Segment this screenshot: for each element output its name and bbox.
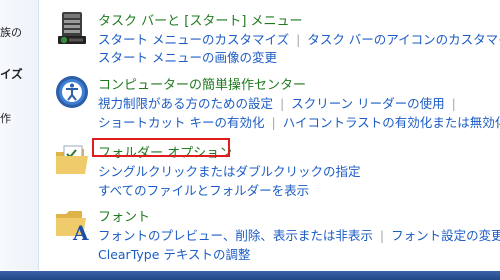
left-pane-item[interactable]: 族の <box>0 24 22 40</box>
change-start-menu-picture-link[interactable]: スタート メニューの画像の変更 <box>98 50 277 65</box>
customize-start-menu-link[interactable]: スタート メニューのカスタマイズ <box>98 32 289 47</box>
taskbar-start-menu-icon <box>58 12 86 44</box>
single-double-click-link[interactable]: シングルクリックまたはダブルクリックの指定 <box>98 164 361 179</box>
svg-text:A: A <box>72 221 89 242</box>
task-links-row: シングルクリックまたはダブルクリックの指定 <box>98 161 361 180</box>
left-pane-item-selected[interactable]: イズ <box>0 66 23 82</box>
folder-options-icon <box>56 145 88 174</box>
left-navigation-pane: 族の イズ 作 <box>0 0 39 270</box>
ease-of-access-icon <box>56 76 88 108</box>
task-links-row: ショートカット キーの有効化 | ハイコントラストの有効化または無効化 <box>98 112 500 131</box>
change-font-settings-link[interactable]: フォント設定の変更 <box>391 228 500 243</box>
show-hidden-files-link[interactable]: すべてのファイルとフォルダーを表示 <box>98 183 309 198</box>
low-vision-settings-link[interactable]: 視力制限がある方のための設定 <box>98 96 273 111</box>
task-links-row: スタート メニューの画像の変更 <box>98 47 277 66</box>
fonts-folder-icon: A <box>56 211 89 242</box>
adjust-cleartype-link[interactable]: ClearType テキストの調整 <box>98 247 251 262</box>
use-screen-reader-link[interactable]: スクリーン リーダーの使用 <box>291 96 444 111</box>
left-pane-item[interactable]: 作 <box>0 110 11 126</box>
folder-options-highlight-box <box>92 138 230 157</box>
section-title-taskbar-start-menu[interactable]: タスク バーと [スタート] メニュー <box>98 10 303 29</box>
section-title-ease-of-access[interactable]: コンピューターの簡単操作センター <box>98 74 306 93</box>
section-title-fonts[interactable]: フォント <box>98 206 150 225</box>
customize-taskbar-icons-link[interactable]: タスク バーのアイコンのカスタマイズ <box>307 32 500 47</box>
task-links-row: スタート メニューのカスタマイズ|タスク バーのアイコンのカスタマイズ <box>98 29 500 48</box>
task-links-row: ClearType テキストの調整 <box>98 244 251 263</box>
task-links-row: 視力制限がある方のための設定 | スクリーン リーダーの使用 | <box>98 96 456 111</box>
task-links-row: フォントのプレビュー、削除、表示または非表示 | フォント設定の変更 <box>98 225 500 244</box>
taskbar <box>0 271 500 280</box>
preview-delete-fonts-link[interactable]: フォントのプレビュー、削除、表示または非表示 <box>98 228 373 243</box>
task-links-row: すべてのファイルとフォルダーを表示 <box>98 180 309 199</box>
turn-on-shortcut-keys-link[interactable]: ショートカット キーの有効化 <box>98 115 264 130</box>
toggle-high-contrast-link[interactable]: ハイコントラストの有効化または無効化 <box>283 115 500 130</box>
